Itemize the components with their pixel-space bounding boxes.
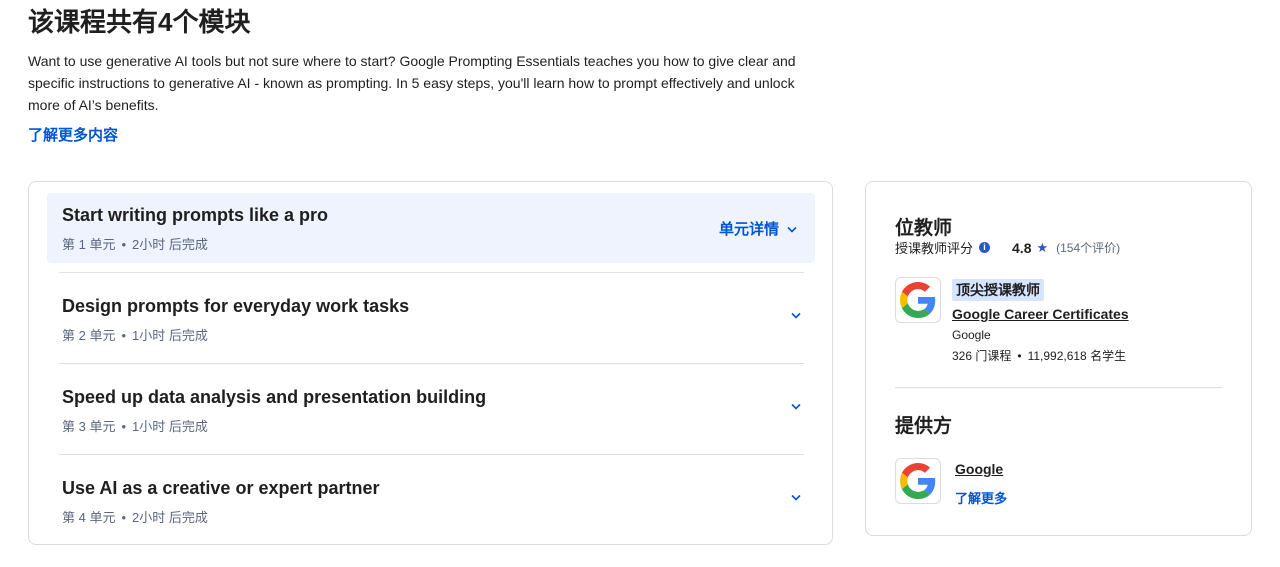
chevron-down-icon[interactable] bbox=[791, 494, 801, 501]
meta-separator: • bbox=[121, 510, 127, 525]
module-title: Use AI as a creative or expert partner bbox=[62, 478, 380, 498]
modules-list: Start writing prompts like a pro 第 1 单元 •… bbox=[28, 181, 833, 545]
instructor-name-link[interactable]: Google Career Certificates bbox=[952, 306, 1129, 322]
module-divider bbox=[59, 454, 804, 455]
module-title: Design prompts for everyday work tasks bbox=[62, 296, 410, 316]
instructors-heading: 位教师 bbox=[895, 218, 953, 239]
module-details-label: 单元详情 bbox=[718, 221, 779, 238]
module-duration: 1小时 后完成 bbox=[132, 328, 208, 343]
meta-separator: • bbox=[121, 328, 127, 343]
info-icon[interactable]: i bbox=[979, 242, 991, 253]
meta-separator: • bbox=[1017, 349, 1022, 363]
module-item-4[interactable]: Use AI as a creative or expert partner 第… bbox=[47, 466, 815, 536]
module-details-button[interactable]: 单元详情 bbox=[719, 218, 797, 239]
chevron-down-icon[interactable] bbox=[791, 403, 801, 410]
instructor-stats: 326 门课程 • 11,992,618 名学生 bbox=[952, 347, 1126, 364]
module-title: Speed up data analysis and presentation … bbox=[62, 387, 487, 407]
module-duration: 2小时 后完成 bbox=[132, 510, 208, 525]
module-duration: 2小时 后完成 bbox=[132, 237, 208, 252]
module-title: Start writing prompts like a pro bbox=[62, 205, 329, 225]
instructor-rating: 授课教师评分 i 4.8 ★ (154个评价) bbox=[895, 238, 1120, 257]
module-unit: 第 3 单元 bbox=[62, 419, 116, 434]
provider-heading: 提供方 bbox=[895, 416, 953, 437]
provider-name-link[interactable]: Google bbox=[955, 461, 1003, 477]
rating-value: 4.8 bbox=[1012, 239, 1032, 256]
module-item-3[interactable]: Speed up data analysis and presentation … bbox=[47, 375, 815, 445]
module-meta: 第 4 单元 • 2小时 后完成 bbox=[62, 507, 208, 526]
module-meta: 第 2 单元 • 1小时 后完成 bbox=[62, 325, 208, 344]
provider-learn-more-link[interactable]: 了解更多 bbox=[955, 488, 1007, 507]
module-meta: 第 3 单元 • 1小时 后完成 bbox=[62, 416, 208, 435]
instructor-org: Google bbox=[952, 328, 991, 342]
google-logo-icon bbox=[895, 277, 941, 323]
instructor-courses: 326 门课程 bbox=[952, 349, 1012, 363]
page-title: 该课程共有4个模块 bbox=[28, 7, 251, 37]
chevron-down-icon bbox=[787, 220, 797, 237]
instructor-students: 11,992,618 名学生 bbox=[1027, 349, 1127, 363]
star-icon: ★ bbox=[1036, 239, 1049, 255]
google-logo-icon bbox=[895, 458, 941, 504]
module-item-1[interactable]: Start writing prompts like a pro 第 1 单元 •… bbox=[47, 193, 815, 263]
meta-separator: • bbox=[121, 237, 127, 252]
meta-separator: • bbox=[121, 419, 127, 434]
module-item-2[interactable]: Design prompts for everyday work tasks 第… bbox=[47, 284, 815, 354]
chevron-down-icon[interactable] bbox=[791, 312, 801, 319]
module-unit: 第 1 单元 bbox=[62, 237, 116, 252]
module-divider bbox=[59, 363, 804, 364]
rating-count: (154个评价) bbox=[1056, 241, 1121, 255]
sidebar-divider bbox=[895, 387, 1222, 388]
instructor-sidebar: 位教师 授课教师评分 i 4.8 ★ (154个评价) 顶尖授课教师 Googl… bbox=[865, 181, 1252, 536]
module-unit: 第 2 单元 bbox=[62, 328, 116, 343]
module-unit: 第 4 单元 bbox=[62, 510, 116, 525]
learn-more-link[interactable]: 了解更多内容 bbox=[28, 124, 118, 145]
module-divider bbox=[59, 272, 804, 273]
rating-label: 授课教师评分 bbox=[895, 241, 974, 256]
course-description: Want to use generative AI tools but not … bbox=[28, 53, 796, 113]
module-meta: 第 1 单元 • 2小时 后完成 bbox=[62, 234, 208, 253]
module-duration: 1小时 后完成 bbox=[132, 419, 208, 434]
top-instructor-badge: 顶尖授课教师 bbox=[952, 279, 1044, 301]
